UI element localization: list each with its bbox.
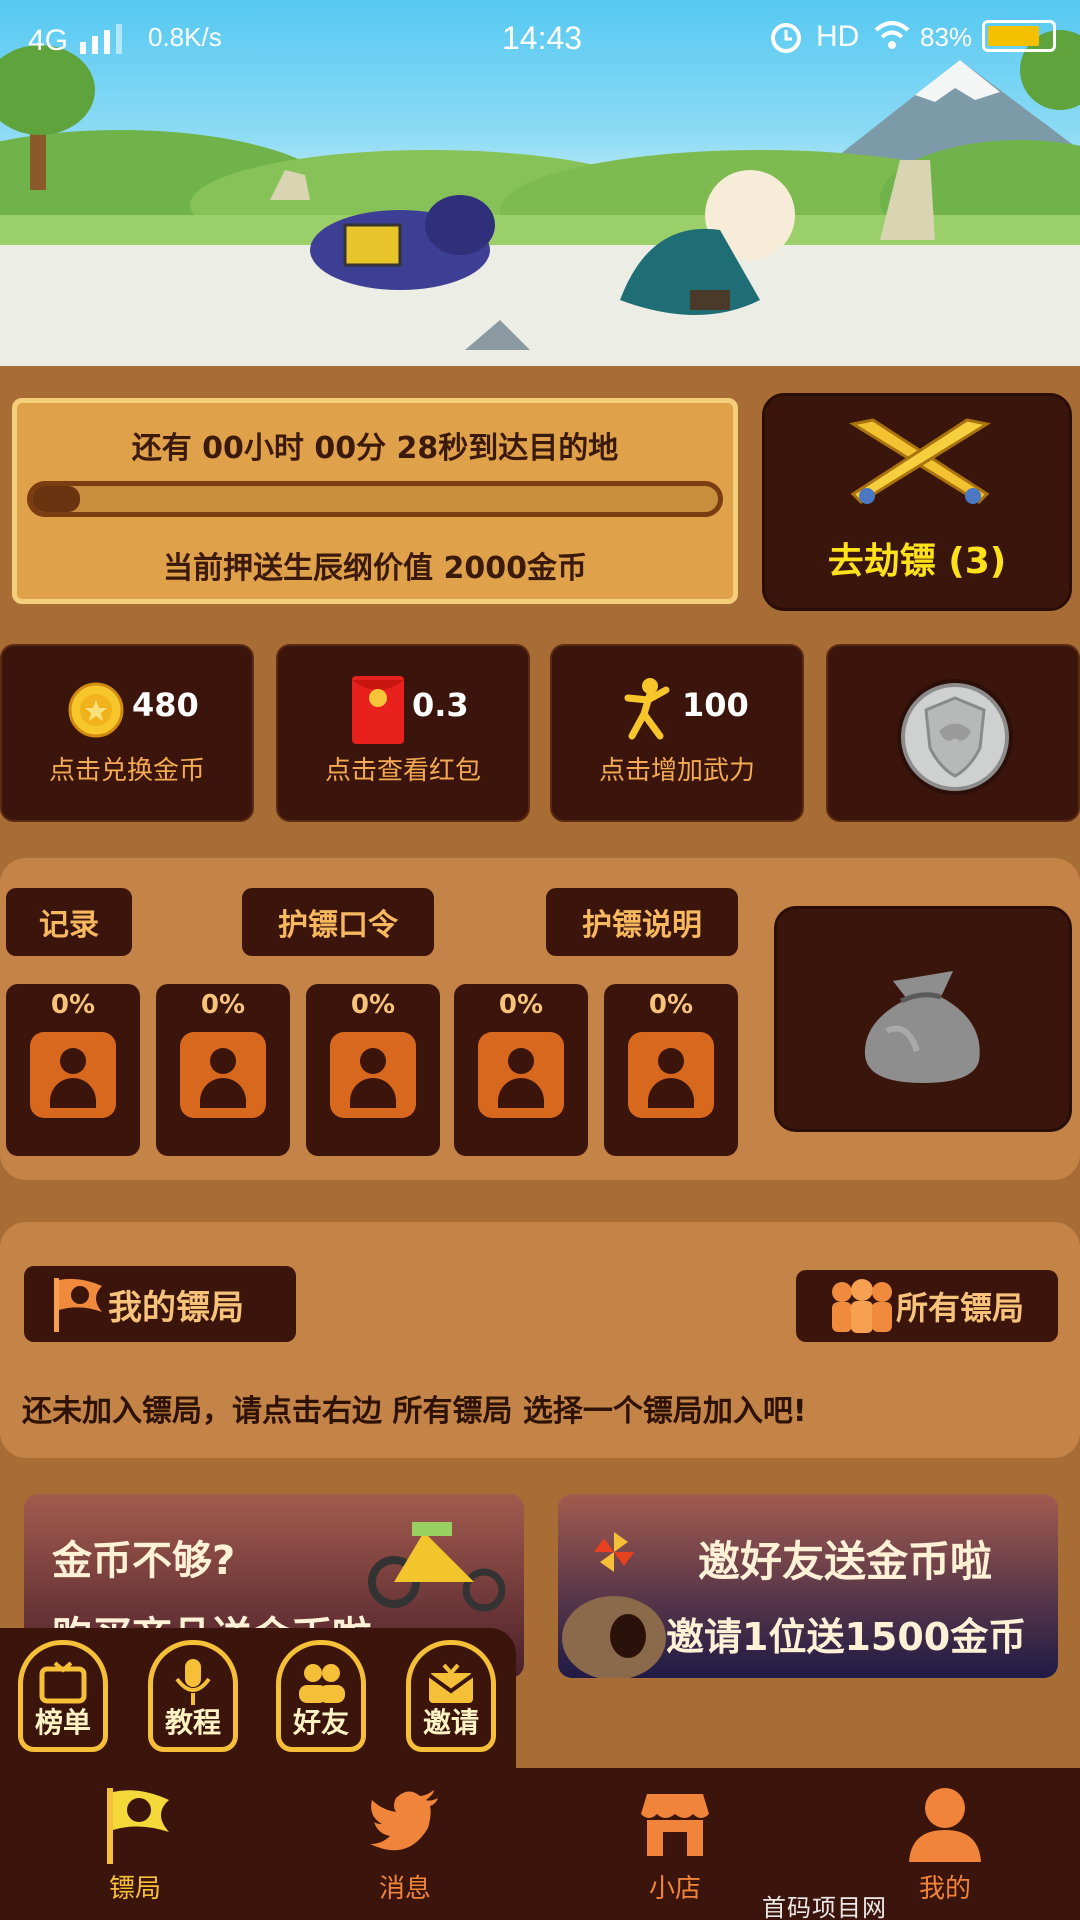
member-slot[interactable]: 0% [156, 984, 290, 1156]
member-slot-percent: 0% [200, 990, 246, 1020]
tricycle-icon [368, 1522, 506, 1612]
rob-escort-label: 去劫镖 (3) [827, 541, 1007, 582]
loot-bag-button[interactable] [774, 906, 1072, 1132]
leaderboard-label: 榜单 [34, 1706, 91, 1739]
escort-value: 当前押送生辰纲价值 2000金币 [163, 551, 587, 586]
banner-left-title: 金币不够? [52, 1538, 236, 1584]
invite-friends-banner[interactable]: 邀好友送金币啦 邀请1位送1500金币 [558, 1494, 1058, 1678]
hd-indicator: HD [816, 20, 860, 53]
member-slot[interactable]: 0% [306, 984, 440, 1156]
my-agency-button[interactable]: 我的镖局 [24, 1266, 296, 1342]
record-button[interactable]: 记录 [6, 888, 132, 956]
power-card[interactable]: 100 点击增加武力 [550, 644, 804, 822]
gold-exchange-label: 点击兑换金币 [48, 756, 205, 786]
all-agencies-button[interactable]: 所有镖局 [796, 1270, 1058, 1342]
tutorial-tile[interactable]: 教程 [148, 1640, 238, 1752]
flag-icon [54, 1278, 102, 1332]
network-indicator: 4G [28, 24, 69, 57]
wifi-icon [872, 18, 912, 52]
network-speed: 0.8K/s [148, 22, 222, 52]
user-placeholder-icon [180, 1032, 266, 1118]
banner-right-title: 邀好友送金币啦 [698, 1537, 993, 1586]
escort-instructions-button[interactable]: 护镖说明 [546, 888, 738, 956]
shop-icon [641, 1794, 709, 1856]
user-placeholder-icon [478, 1032, 564, 1118]
escort-progress-bar [27, 481, 723, 517]
member-slot[interactable]: 0% [6, 984, 140, 1156]
money-bag-icon [864, 971, 980, 1083]
red-envelope-card[interactable]: 0.3 点击查看红包 [276, 644, 530, 822]
battery-icon [982, 20, 1056, 52]
nav-messages[interactable]: 消息 [270, 1768, 540, 1920]
signal-icon [78, 22, 132, 54]
martial-artist-icon [624, 678, 670, 740]
friends-label: 好友 [292, 1706, 349, 1739]
power-label: 点击增加武力 [598, 756, 755, 786]
alarm-icon [768, 18, 804, 54]
gold-amount: 480 [132, 686, 199, 724]
friends-tile[interactable]: 好友 [276, 1640, 366, 1752]
battery-percent: 83% [920, 22, 973, 52]
bird-icon [370, 1790, 438, 1851]
escort-progress-fill [32, 486, 81, 512]
tv-icon [39, 1661, 87, 1704]
crossed-swords-icon [848, 418, 992, 504]
monster-mascot-icon [562, 1596, 666, 1678]
nav-messages-label: 消息 [378, 1874, 431, 1904]
member-slot[interactable]: 0% [454, 984, 588, 1156]
watermark: 首码项目网 www.E318.com [762, 1894, 887, 1920]
power-amount: 100 [682, 686, 749, 724]
member-slot-percent: 0% [648, 990, 694, 1020]
red-envelope-label: 点击查看红包 [324, 756, 481, 786]
nav-escort-agency[interactable]: 镖局 [0, 1768, 270, 1920]
flag-icon [107, 1788, 169, 1864]
banner-right-subtitle: 邀请1位送1500金币 [666, 1615, 1027, 1659]
tutorial-label: 教程 [164, 1706, 221, 1739]
pinwheel-icon [594, 1532, 634, 1572]
red-envelope-icon [352, 676, 404, 744]
gold-exchange-card[interactable]: 480 点击兑换金币 [0, 644, 254, 822]
red-envelope-amount: 0.3 [412, 686, 469, 724]
my-agency-label: 我的镖局 [108, 1287, 244, 1328]
invite-label: 邀请 [422, 1706, 479, 1739]
envelope-icon [427, 1663, 475, 1703]
user-placeholder-icon [628, 1032, 714, 1118]
invite-tile[interactable]: 邀请 [406, 1640, 496, 1752]
clock: 14:43 [502, 20, 583, 56]
game-scene: 4G 0.8K/s 14:43 HD 83% [0, 0, 1080, 366]
escort-password-button[interactable]: 护镖口令 [242, 888, 434, 956]
member-slot-percent: 0% [50, 990, 96, 1020]
group-people-icon [832, 1279, 892, 1333]
user-placeholder-icon [30, 1032, 116, 1118]
friends-icon [299, 1664, 345, 1703]
escort-status-panel: 还有 00小时 00分 28秒到达目的地 当前押送生辰纲价值 2000金币 [12, 398, 738, 604]
agency-notice: 还未加入镖局，请点击右边 所有镖局 选择一个镖局加入吧! [22, 1394, 807, 1429]
leaderboard-tile[interactable]: 榜单 [18, 1640, 108, 1752]
member-slot[interactable]: 0% [604, 984, 738, 1156]
member-slot-percent: 0% [498, 990, 544, 1020]
member-slot-percent: 0% [350, 990, 396, 1020]
user-icon [909, 1788, 981, 1862]
user-placeholder-icon [330, 1032, 416, 1118]
silver-shield-badge-icon [897, 679, 1013, 795]
nav-escort-agency-label: 镖局 [108, 1874, 161, 1904]
escort-countdown: 还有 00小时 00分 28秒到达目的地 [131, 431, 619, 466]
gold-coin-icon [68, 682, 124, 738]
badge-card[interactable] [826, 644, 1080, 822]
microphone-icon [175, 1659, 211, 1705]
rob-escort-button[interactable]: 去劫镖 (3) [762, 393, 1072, 611]
nav-shop-label: 小店 [648, 1874, 701, 1904]
all-agencies-label: 所有镖局 [896, 1289, 1025, 1327]
